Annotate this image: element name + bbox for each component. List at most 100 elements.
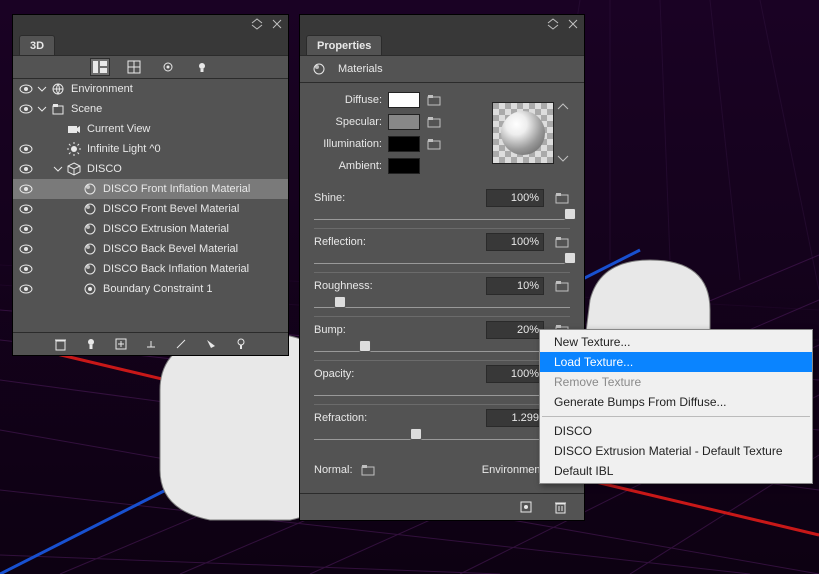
- slider-thumb[interactable]: [564, 252, 576, 264]
- scene-row[interactable]: Scene: [13, 99, 288, 119]
- panel-close-icon[interactable]: [566, 17, 580, 31]
- swatch-diffuse[interactable]: [388, 92, 420, 108]
- expand-toggle-icon[interactable]: [35, 102, 49, 116]
- footer-light-icon[interactable]: [81, 335, 101, 353]
- texture-picker-illumination-icon[interactable]: [426, 136, 442, 152]
- slider-row-shine: Shine:100%: [314, 189, 570, 229]
- chevron-down-icon[interactable]: [558, 155, 568, 163]
- row-normal-environment: Normal: Environment:: [314, 462, 570, 478]
- scene-row[interactable]: DISCO Extrusion Material: [13, 219, 288, 239]
- footer-new-icon[interactable]: [111, 335, 131, 353]
- visibility-toggle-icon[interactable]: [17, 100, 35, 118]
- visibility-toggle-icon[interactable]: [17, 200, 35, 218]
- texture-picker-roughness-icon[interactable]: [554, 278, 570, 294]
- slider-thumb[interactable]: [564, 208, 576, 220]
- visibility-toggle-icon[interactable]: [17, 80, 35, 98]
- slider-thumb[interactable]: [359, 340, 371, 352]
- footer-ground-icon[interactable]: [141, 335, 161, 353]
- scene-row-label: Environment: [67, 83, 133, 95]
- swatch-illumination[interactable]: [388, 136, 420, 152]
- footer-bulb-icon[interactable]: [231, 335, 251, 353]
- tab-3d[interactable]: 3D: [19, 35, 55, 55]
- scene-row[interactable]: DISCO: [13, 159, 288, 179]
- tab-properties[interactable]: Properties: [306, 35, 382, 55]
- label-refraction: Refraction:: [314, 412, 486, 424]
- chevron-up-icon[interactable]: [558, 103, 568, 111]
- row-specular: Specular:: [314, 113, 492, 131]
- slider-row-bump: Bump:20%: [314, 321, 570, 361]
- footer-trash-icon[interactable]: [51, 335, 71, 353]
- scene-toolbar: [13, 56, 288, 79]
- visibility-toggle-icon[interactable]: [17, 240, 35, 258]
- scene-row-label: DISCO Back Bevel Material: [99, 243, 238, 255]
- visibility-toggle-icon[interactable]: [17, 120, 35, 138]
- menu-item[interactable]: Default IBL: [540, 461, 812, 481]
- visibility-toggle-icon[interactable]: [17, 180, 35, 198]
- texture-picker-shine-icon[interactable]: [554, 190, 570, 206]
- slider-thumb[interactable]: [334, 296, 346, 308]
- label-bump: Bump:: [314, 324, 486, 336]
- panel-menu-icon[interactable]: [250, 17, 264, 31]
- panel-close-icon[interactable]: [270, 17, 284, 31]
- menu-item[interactable]: New Texture...: [540, 332, 812, 352]
- scene-row[interactable]: Infinite Light ^0: [13, 139, 288, 159]
- texture-context-menu[interactable]: New Texture...Load Texture...Remove Text…: [539, 329, 813, 484]
- material-preview-sphere[interactable]: [492, 102, 554, 164]
- value-shine[interactable]: 100%: [486, 189, 544, 207]
- value-bump[interactable]: 20%: [486, 321, 544, 339]
- expand-toggle-icon[interactable]: [35, 82, 49, 96]
- value-reflection[interactable]: 100%: [486, 233, 544, 251]
- scene-row[interactable]: Current View: [13, 119, 288, 139]
- texture-picker-specular-icon[interactable]: [426, 114, 442, 130]
- scene-row-label: Current View: [83, 123, 150, 135]
- value-refraction[interactable]: 1.299: [486, 409, 544, 427]
- menu-item[interactable]: Generate Bumps From Diffuse...: [540, 392, 812, 412]
- visibility-toggle-icon[interactable]: [17, 280, 35, 298]
- scene-row[interactable]: DISCO Front Bevel Material: [13, 199, 288, 219]
- toolbar-panel-layout-icon[interactable]: [90, 58, 110, 76]
- texture-picker-reflection-icon[interactable]: [554, 234, 570, 250]
- texture-picker-normal-icon[interactable]: [361, 462, 376, 478]
- scene-row[interactable]: DISCO Back Bevel Material: [13, 239, 288, 259]
- slider-refraction[interactable]: [314, 431, 570, 440]
- value-opacity[interactable]: 100%: [486, 365, 544, 383]
- visibility-toggle-icon[interactable]: [17, 220, 35, 238]
- panel-props-header[interactable]: [300, 15, 584, 33]
- value-roughness[interactable]: 10%: [486, 277, 544, 295]
- label-reflection: Reflection:: [314, 236, 486, 248]
- swatch-specular[interactable]: [388, 114, 420, 130]
- footer-spot-icon[interactable]: [201, 335, 221, 353]
- material-preview-scroll[interactable]: [558, 103, 570, 163]
- slider-shine[interactable]: [314, 211, 570, 220]
- scene-row[interactable]: DISCO Back Inflation Material: [13, 259, 288, 279]
- scene-row[interactable]: Boundary Constraint 1: [13, 279, 288, 299]
- slider-roughness[interactable]: [314, 299, 570, 308]
- scene-row[interactable]: DISCO Front Inflation Material: [13, 179, 288, 199]
- texture-picker-diffuse-icon[interactable]: [426, 92, 442, 108]
- menu-item[interactable]: DISCO: [540, 421, 812, 441]
- toolbar-light-icon[interactable]: [192, 58, 212, 76]
- visibility-toggle-icon[interactable]: [17, 140, 35, 158]
- toolbar-grid-icon[interactable]: [124, 58, 144, 76]
- footer-trash-icon[interactable]: [550, 498, 570, 516]
- slider-opacity[interactable]: [314, 387, 570, 396]
- menu-item[interactable]: DISCO Extrusion Material - Default Textu…: [540, 441, 812, 461]
- footer-null-icon[interactable]: [171, 335, 191, 353]
- visibility-toggle-icon[interactable]: [17, 160, 35, 178]
- slider-bump[interactable]: [314, 343, 570, 352]
- slider-thumb[interactable]: [410, 428, 422, 440]
- scene-tree[interactable]: Environment Scene Current View Infinite Lig…: [13, 79, 288, 332]
- toolbar-render-icon[interactable]: [158, 58, 178, 76]
- slider-reflection[interactable]: [314, 255, 570, 264]
- material-icon: [81, 220, 99, 238]
- menu-item[interactable]: Load Texture...: [540, 352, 812, 372]
- panel-scene-header[interactable]: [13, 15, 288, 33]
- panel-menu-icon[interactable]: [546, 17, 560, 31]
- scene-row-label: DISCO Front Bevel Material: [99, 203, 239, 215]
- swatch-ambient[interactable]: [388, 158, 420, 174]
- footer-new-material-icon[interactable]: [516, 498, 536, 516]
- material-preview: [492, 91, 570, 175]
- expand-toggle-icon[interactable]: [51, 162, 65, 176]
- scene-row[interactable]: Environment: [13, 79, 288, 99]
- visibility-toggle-icon[interactable]: [17, 260, 35, 278]
